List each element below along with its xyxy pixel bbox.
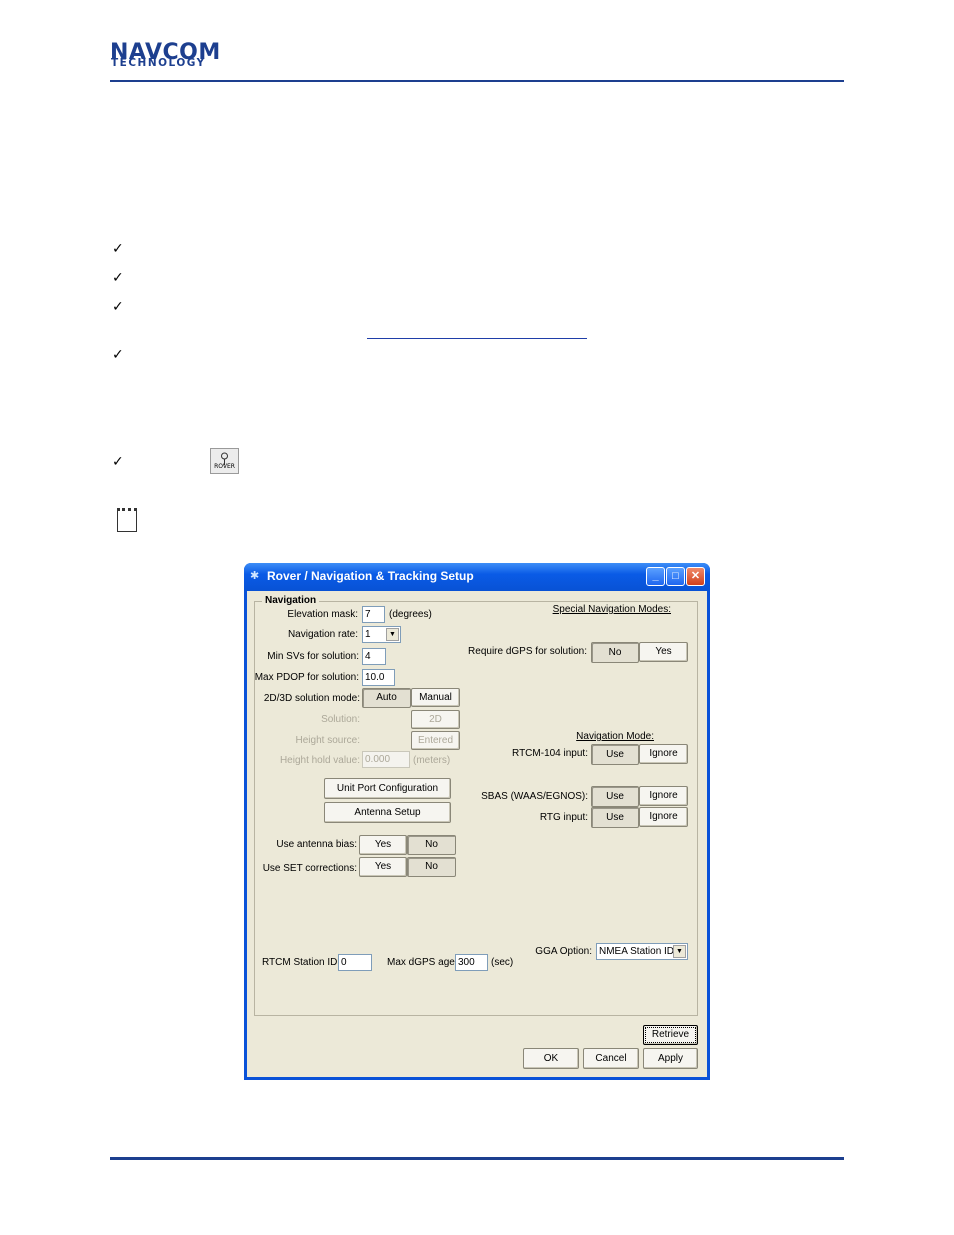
hyperlink-underline[interactable] [367, 338, 587, 339]
apply-button[interactable]: Apply [643, 1048, 698, 1069]
antenna-bias-yes-button[interactable]: Yes [359, 835, 407, 855]
height-source-label: Height source: [295, 735, 360, 746]
elevation-mask-unit: (degrees) [389, 609, 432, 620]
sbas-label: SBAS (WAAS/EGNOS): [481, 791, 588, 802]
set-corrections-label: Use SET corrections: [262, 863, 357, 874]
require-dgps-no-button[interactable]: No [591, 642, 639, 663]
maximize-button[interactable]: □ [666, 567, 685, 586]
require-dgps-label: Require dGPS for solution: [468, 646, 587, 657]
ok-button[interactable]: OK [523, 1048, 579, 1069]
antenna-bias-no-button[interactable]: No [407, 835, 456, 855]
minimize-button[interactable]: _ [646, 567, 665, 586]
solution-2d-button[interactable]: 2D [411, 710, 460, 729]
elevation-mask-label: Elevation mask: [287, 609, 358, 620]
height-hold-unit: (meters) [413, 755, 451, 766]
navigation-mode-title: Navigation Mode: [576, 731, 654, 742]
height-hold-input[interactable]: 0.000 [362, 751, 410, 768]
unit-port-configuration-button[interactable]: Unit Port Configuration [324, 778, 451, 799]
rtg-ignore-button[interactable]: Ignore [639, 807, 688, 827]
max-dgps-age-unit: (sec) [491, 957, 514, 968]
checkmark-icon: ✓ [112, 241, 124, 257]
special-navigation-modes-title: Special Navigation Modes: [552, 604, 671, 615]
rtcm104-ignore-button[interactable]: Ignore [639, 744, 688, 764]
note-icon [117, 508, 137, 532]
window-title: Rover / Navigation & Tracking Setup [267, 569, 474, 583]
rtcm104-use-button[interactable]: Use [591, 744, 639, 765]
title-bar[interactable]: ✱ Rover / Navigation & Tracking Setup _ … [244, 563, 710, 591]
navigation-group-title: Navigation [262, 595, 320, 606]
solution-mode-label: 2D/3D solution mode: [263, 693, 360, 704]
dialog-client-area: Navigation Elevation mask: 7 (degrees) N… [247, 591, 707, 1077]
close-button[interactable]: ✕ [686, 567, 705, 586]
set-corrections-no-button[interactable]: No [407, 857, 456, 877]
max-dgps-age-label: Max dGPS age: [387, 957, 458, 968]
sbas-use-button[interactable]: Use [591, 786, 639, 807]
chevron-down-icon[interactable]: ▼ [386, 628, 399, 641]
height-hold-label: Height hold value: [279, 755, 360, 766]
elevation-mask-input[interactable]: 7 [362, 606, 385, 623]
navcom-logo-subtitle: TECHNOLOGY [111, 57, 206, 69]
antenna-bias-label: Use antenna bias: [276, 839, 357, 850]
min-svs-label: Min SVs for solution: [267, 651, 359, 662]
checkmark-icon: ✓ [112, 299, 124, 315]
gga-option-select[interactable]: NMEA Station ID ▼ [596, 943, 688, 960]
rtg-input-label: RTG input: [539, 812, 588, 823]
gga-option-label: GGA Option: [535, 946, 592, 957]
rtg-use-button[interactable]: Use [591, 807, 639, 828]
sbas-ignore-button[interactable]: Ignore [639, 786, 688, 806]
checkmark-icon: ✓ [112, 347, 124, 363]
solution-mode-manual-button[interactable]: Manual [411, 688, 460, 707]
solution-mode-auto-button[interactable]: Auto [362, 688, 411, 708]
checkmark-icon: ✓ [112, 454, 124, 470]
header-rule [110, 80, 844, 82]
rtcm-station-id-label: RTCM Station ID: [262, 957, 341, 968]
require-dgps-yes-button[interactable]: Yes [639, 642, 688, 662]
cancel-button[interactable]: Cancel [583, 1048, 639, 1069]
chevron-down-icon[interactable]: ▼ [673, 945, 686, 958]
max-pdop-label: Max PDOP for solution: [254, 672, 359, 683]
satellite-icon: ✱ [250, 570, 260, 582]
set-corrections-yes-button[interactable]: Yes [359, 857, 407, 877]
antenna-setup-button[interactable]: Antenna Setup [324, 802, 451, 823]
rtcm104-label: RTCM-104 input: [512, 748, 588, 759]
checkmark-icon: ✓ [112, 270, 124, 286]
rover-navigation-dialog: ✱ Rover / Navigation & Tracking Setup _ … [244, 563, 710, 1080]
retrieve-button[interactable]: Retrieve [643, 1025, 698, 1045]
min-svs-input[interactable]: 4 [362, 648, 386, 665]
max-dgps-age-input[interactable]: 300 [455, 954, 488, 971]
navigation-rate-select[interactable]: 1 ▼ [362, 626, 401, 643]
rover-toolbar-icon: ROVER [210, 448, 239, 474]
solution-label: Solution: [321, 714, 360, 725]
max-pdop-input[interactable]: 10.0 [362, 669, 395, 686]
navigation-rate-label: Navigation rate: [287, 629, 358, 640]
footer-rule [110, 1157, 844, 1160]
rtcm-station-id-input[interactable]: 0 [338, 954, 372, 971]
